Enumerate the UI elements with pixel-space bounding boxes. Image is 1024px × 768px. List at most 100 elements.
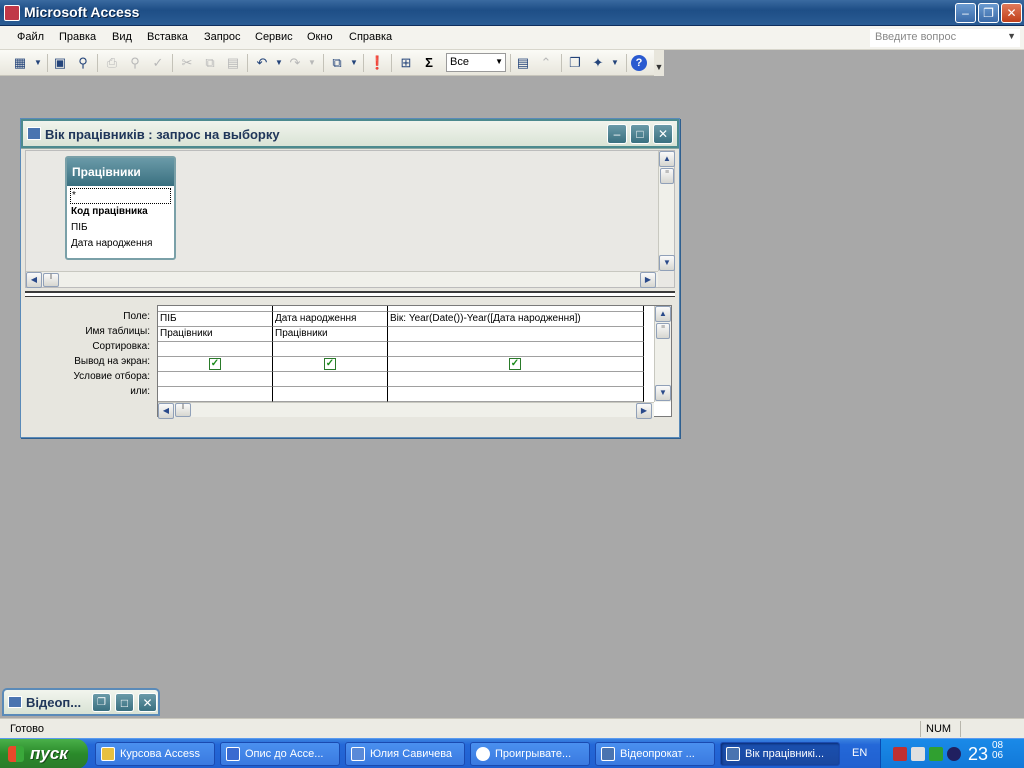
show-checkbox[interactable]: ✓ [509,358,521,370]
table-pane[interactable]: Працівники * Код працівника ПІБ Дата нар… [25,150,675,288]
close-window-button[interactable]: ✕ [138,693,157,712]
grid-cell-or[interactable] [388,387,644,402]
scroll-left-icon[interactable]: ◀ [26,272,42,288]
view-icon[interactable]: ▦ [12,55,28,71]
show-checkbox[interactable]: ✓ [209,358,221,370]
grid-cell-sort[interactable] [158,342,273,357]
field-list-item[interactable]: Код працівника [67,204,174,220]
grid-cell-criteria[interactable] [273,372,388,387]
grid-cell-or[interactable] [158,387,273,402]
print-preview-icon[interactable]: ⚲ [127,55,143,71]
grid-cell-table[interactable]: Працівники [158,327,273,342]
scroll-up-icon[interactable]: ▲ [655,306,671,322]
paste-icon[interactable]: ▤ [225,55,241,71]
restore-app-button[interactable]: ❐ [978,3,999,23]
scroll-thumb[interactable]: ‖ [43,273,59,287]
undo-dropdown-icon[interactable]: ▼ [271,55,287,71]
query-type-dropdown-icon[interactable]: ▼ [346,55,362,71]
build-icon[interactable]: ⌃ [538,55,554,71]
help-icon[interactable]: ? [631,55,647,71]
clock-minutes[interactable]: 08 06 [992,741,1003,761]
grid-cell-field[interactable]: Дата народження [273,312,388,327]
pane-splitter[interactable] [25,291,675,297]
table-pane-hscroll[interactable]: ◀ ‖ ▶ [26,271,658,288]
taskbar-item-active[interactable]: Вік працівникі... [720,742,840,766]
graphics-icon[interactable] [929,747,943,761]
media-icon[interactable] [947,747,961,761]
grid-cell-table[interactable] [388,327,644,342]
scroll-up-icon[interactable]: ▲ [659,151,675,167]
scroll-thumb[interactable]: ‖ [175,403,191,417]
taskbar-item[interactable]: Юлия Савичева [345,742,465,766]
menu-query[interactable]: Запрос [204,31,240,43]
close-query-button[interactable]: ✕ [653,124,673,144]
language-indicator[interactable]: EN [852,747,867,759]
grid-cell-field[interactable]: Вік: Year(Date())-Year([Дата народження]… [388,312,644,327]
volume-icon[interactable] [911,747,925,761]
taskbar-item[interactable]: Відеопрокат ... [595,742,715,766]
menu-help[interactable]: Справка [349,31,392,43]
query-type-icon[interactable]: ⧉ [329,55,345,71]
redo-icon[interactable]: ↷ [287,55,303,71]
clock-hour[interactable]: 23 [968,744,988,765]
minimize-app-button[interactable]: – [955,3,976,23]
run-icon[interactable]: ❗ [369,55,385,71]
scroll-right-icon[interactable]: ▶ [636,403,652,419]
print-icon[interactable]: ⎙ [104,55,120,71]
grid-cell-sort[interactable] [273,342,388,357]
scroll-down-icon[interactable]: ▼ [655,385,671,401]
taskbar-item[interactable]: Курсова Access [95,742,215,766]
menu-window[interactable]: Окно [307,31,333,43]
grid-cell-field[interactable]: ПІБ [158,312,273,327]
field-list-item[interactable]: ПІБ [67,220,174,236]
field-list[interactable]: Працівники * Код працівника ПІБ Дата нар… [65,156,176,260]
access-app-icon[interactable] [4,5,20,21]
grid-cell-or[interactable] [273,387,388,402]
cut-icon[interactable]: ✂ [179,55,195,71]
grid-cell-sort[interactable] [388,342,644,357]
top-values-combo[interactable]: Все ▼ [446,53,506,72]
grid-cell-criteria[interactable] [388,372,644,387]
spelling-icon[interactable]: ✓ [150,55,166,71]
table-pane-vscroll[interactable]: ▲ ≡ ▼ [658,151,675,271]
design-grid[interactable]: ПІБ Дата народження Вік: Year(Date())-Ye… [157,305,672,419]
database-window-icon[interactable]: ❐ [567,55,583,71]
grid-hscroll[interactable]: ◀ ‖ ▶ [158,402,654,419]
network-icon[interactable] [893,747,907,761]
totals-icon[interactable]: Σ [421,55,437,71]
taskbar-item[interactable]: Опис до Acce... [220,742,340,766]
save-icon[interactable]: ▣ [52,55,68,71]
menu-edit[interactable]: Правка [59,31,96,43]
minimize-query-button[interactable]: – [607,124,627,144]
minimized-window[interactable]: Відеоп... ❐ □ ✕ [2,688,160,716]
maximize-query-button[interactable]: □ [630,124,650,144]
scroll-thumb[interactable]: ≡ [656,323,670,339]
scroll-thumb[interactable]: ≡ [660,168,674,184]
menu-view[interactable]: Вид [112,31,132,43]
grid-vscroll[interactable]: ▲ ≡ ▼ [654,306,671,402]
show-checkbox[interactable]: ✓ [324,358,336,370]
field-list-title[interactable]: Працівники [67,158,174,186]
maximize-window-button[interactable]: □ [115,693,134,712]
show-table-icon[interactable]: ⊞ [398,55,414,71]
field-list-item[interactable]: Дата народження [67,236,174,252]
menu-insert[interactable]: Вставка [147,31,188,43]
new-object-dropdown-icon[interactable]: ▼ [607,55,623,71]
scroll-right-icon[interactable]: ▶ [640,272,656,288]
taskbar-item[interactable]: Проигрывате... [470,742,590,766]
query-window-title-bar[interactable]: Вік працівників : запрос на выборку – □ … [21,119,679,149]
scroll-down-icon[interactable]: ▼ [659,255,675,271]
close-app-button[interactable]: ✕ [1001,3,1022,23]
scroll-left-icon[interactable]: ◀ [158,403,174,419]
redo-dropdown-icon[interactable]: ▼ [304,55,320,71]
copy-icon[interactable]: ⧉ [202,55,218,71]
chevron-down-icon[interactable]: ▼ [495,57,503,66]
ask-question-box[interactable]: Введите вопрос ▼ [870,29,1020,47]
restore-window-button[interactable]: ❐ [92,693,111,712]
field-list-item[interactable]: * [70,188,171,204]
view-dropdown-icon[interactable]: ▼ [30,55,46,71]
grid-cell-criteria[interactable] [158,372,273,387]
toolbar-options-icon[interactable]: ▼ [654,50,664,76]
chevron-down-icon[interactable]: ▼ [1007,31,1016,41]
menu-file[interactable]: Файл [17,31,44,43]
